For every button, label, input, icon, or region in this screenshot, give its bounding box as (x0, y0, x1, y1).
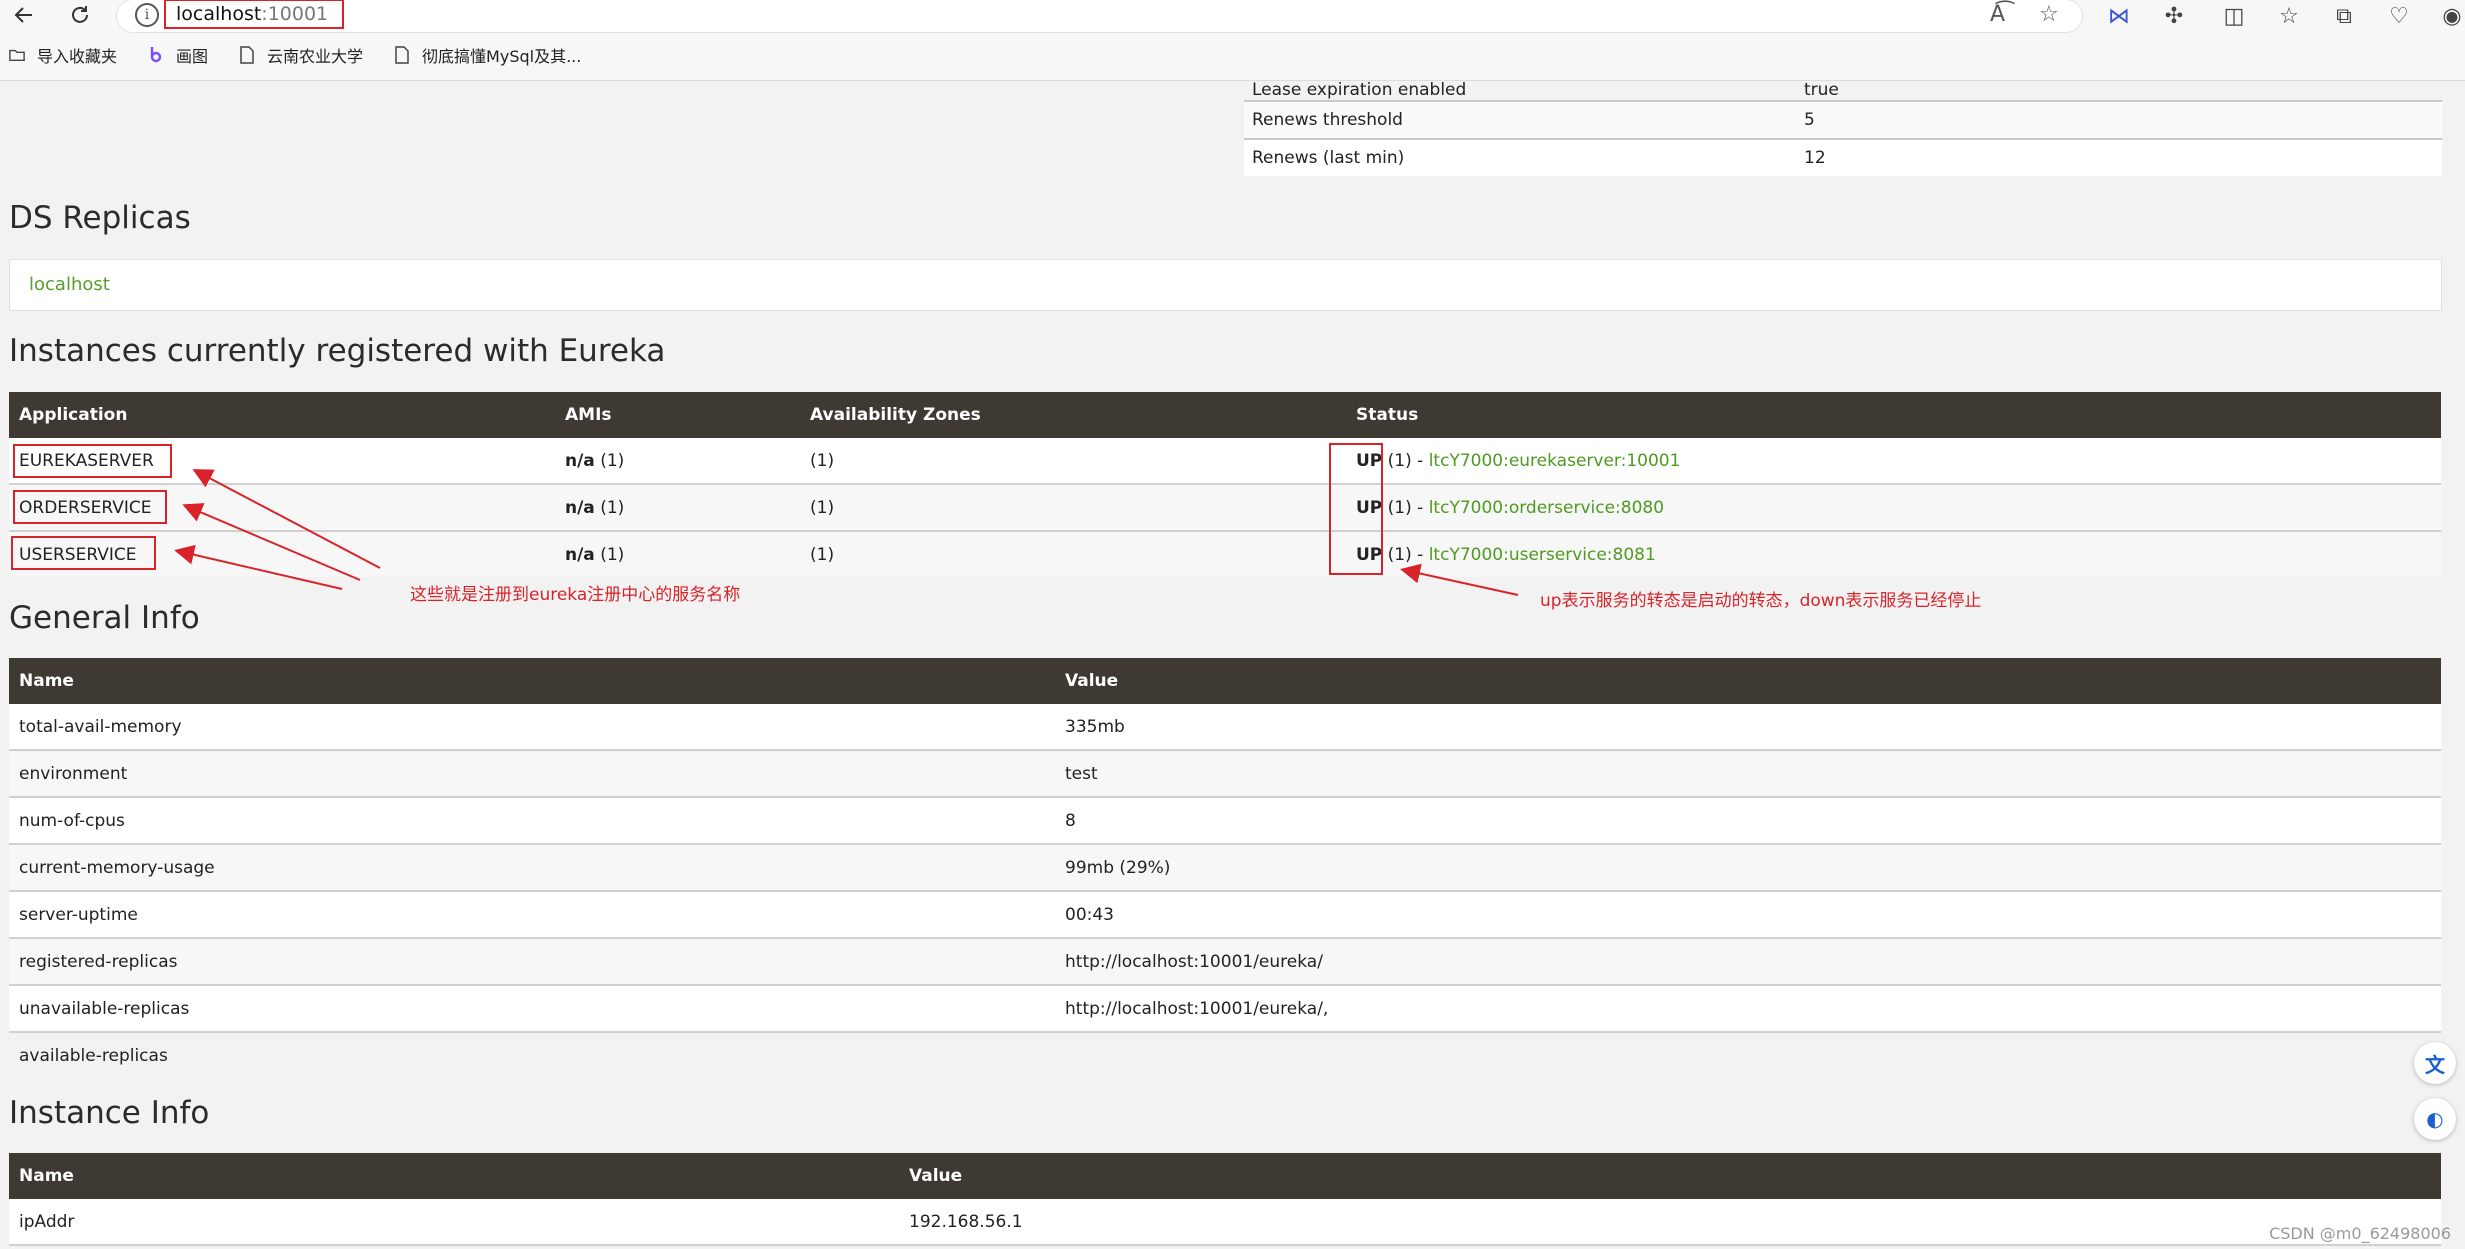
bookmark-import[interactable]: 导入收藏夹 (9, 43, 117, 67)
browser-chrome: i localhost:10001 A͡ ☆ ⋈ ✣ ◫ ☆ ⧉ ♡ ◉ 导入收… (0, 0, 2465, 81)
favorite-star-icon[interactable]: ☆ (2039, 2, 2059, 27)
bookmark-paint[interactable]: 画图 (148, 43, 208, 67)
info-value: 8 (1055, 797, 2441, 845)
arrow-to-userservice (174, 544, 343, 590)
instance-info-table: Name Value ipAddr 192.168.56.1 (9, 1153, 2441, 1246)
profile-avatar[interactable]: ◉ (2435, 0, 2465, 32)
bookmark-yunnan[interactable]: 云南农业大学 (239, 43, 363, 67)
info-name: current-memory-usage (9, 844, 1055, 892)
general-info-table: Name Value total-avail-memory 335mb envir… (9, 658, 2441, 1078)
favorites-icon[interactable]: ☆ (2272, 0, 2306, 32)
refresh-icon[interactable] (64, 0, 96, 30)
info-value: 00:43 (1055, 891, 2441, 939)
table-row: environment test (9, 750, 2441, 798)
table-row: num-of-cpus 8 (9, 797, 2441, 845)
watermark: CSDN @m0_62498006 (2269, 1224, 2451, 1243)
info-value (1055, 1032, 2441, 1078)
table-header-row: Name Value (9, 658, 2441, 704)
column-header: Value (899, 1153, 2441, 1199)
info-name: environment (9, 750, 1055, 798)
info-name: registered-replicas (9, 938, 1055, 986)
address-host: localhost (176, 3, 262, 25)
info-value: 192.168.56.1 (899, 1199, 2441, 1246)
info-name: total-avail-memory (9, 704, 1055, 751)
site-info-icon[interactable]: i (135, 3, 159, 27)
puzzle-icon[interactable]: ✣ (2157, 0, 2191, 32)
bookmark-label: 画图 (176, 47, 209, 66)
info-name: unavailable-replicas (9, 985, 1055, 1033)
folder-import-icon (9, 46, 25, 64)
table-row: server-uptime 00:43 (9, 891, 2441, 939)
general-info-title: General Info (9, 600, 200, 636)
column-header: Value (1055, 658, 2441, 704)
arrow-to-status (1400, 563, 1519, 596)
bookmarks-bar: 导入收藏夹 画图 云南农业大学 彻底搞懂MySql及其... (0, 40, 603, 70)
info-name: server-uptime (9, 891, 1055, 939)
bookmark-mysql[interactable]: 彻底搞懂MySql及其... (394, 43, 581, 67)
address-port: :10001 (261, 3, 329, 25)
health-icon[interactable]: ♡ (2382, 0, 2416, 32)
column-header: Name (9, 1153, 899, 1199)
info-value: http://localhost:10001/eureka/, (1055, 985, 2441, 1033)
address-url[interactable]: localhost:10001 (164, 0, 345, 29)
table-row: current-memory-usage 99mb (29%) (9, 844, 2441, 892)
assistant-icon[interactable]: ◐ (2414, 1098, 2456, 1140)
paint-icon (148, 46, 164, 64)
page-icon (239, 46, 255, 64)
table-row: total-avail-memory 335mb (9, 704, 2441, 751)
bookmark-label: 导入收藏夹 (37, 47, 118, 66)
arrow-to-eurekaserver (192, 469, 381, 569)
read-aloud-icon[interactable]: A͡ (1990, 2, 2005, 27)
table-header-row: Name Value (9, 1153, 2441, 1199)
info-value: 335mb (1055, 704, 2441, 751)
eureka-page: Lease expiration enabled true Renews thr… (0, 80, 2465, 1249)
info-name: available-replicas (9, 1032, 1055, 1078)
info-name: ipAddr (9, 1199, 899, 1246)
service-names-note: 这些就是注册到eureka注册中心的服务名称 (410, 585, 741, 605)
bookmark-label: 云南农业大学 (267, 47, 364, 66)
column-header: Name (9, 658, 1055, 704)
split-screen-icon[interactable]: ◫ (2217, 0, 2251, 32)
info-value: test (1055, 750, 2441, 798)
table-row: available-replicas (9, 1032, 2441, 1078)
status-note: up表示服务的转态是启动的转态，down表示服务已经停止 (1540, 591, 1982, 611)
info-value: http://localhost:10001/eureka/ (1055, 938, 2441, 986)
extension-icon[interactable]: ⋈ (2102, 0, 2136, 32)
table-row: registered-replicas http://localhost:1000… (9, 938, 2441, 986)
info-name: num-of-cpus (9, 797, 1055, 845)
collections-icon[interactable]: ⧉ (2327, 0, 2361, 32)
translate-icon[interactable]: 文 (2414, 1042, 2456, 1084)
instance-info-title: Instance Info (9, 1095, 210, 1131)
table-row: ipAddr 192.168.56.1 (9, 1199, 2441, 1246)
back-icon[interactable] (8, 0, 40, 30)
address-bar[interactable]: i localhost:10001 A͡ ☆ (117, 0, 2082, 32)
table-row: unavailable-replicas http://localhost:100… (9, 985, 2441, 1033)
page-icon (394, 46, 410, 64)
info-value: 99mb (29%) (1055, 844, 2441, 892)
bookmark-label: 彻底搞懂MySql及其... (422, 47, 582, 66)
